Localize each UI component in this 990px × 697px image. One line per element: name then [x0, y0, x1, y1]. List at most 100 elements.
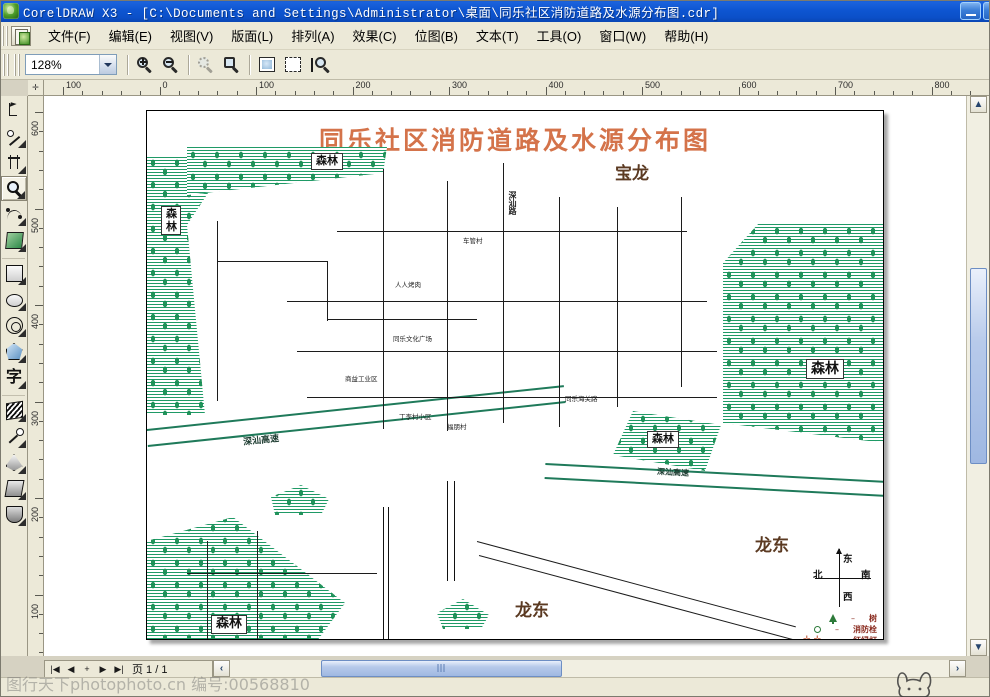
ruler-origin-button[interactable]: ✛ — [28, 80, 44, 96]
menu-item-text[interactable]: 文本(T) — [467, 23, 528, 49]
ruler-major-tick — [35, 498, 43, 499]
flyout-arrow-icon[interactable] — [18, 218, 26, 226]
toolbar-grip-handle-2[interactable] — [14, 53, 21, 76]
road-segment — [257, 531, 259, 639]
fill-tool[interactable] — [1, 476, 27, 501]
menu-item-edit[interactable]: 编辑(E) — [100, 23, 161, 49]
flyout-arrow-icon[interactable] — [18, 381, 26, 389]
vertical-ruler[interactable]: 600 500 400 300 200 100 — [28, 96, 44, 656]
zoom-to-page-button[interactable] — [255, 53, 279, 76]
road-segment — [327, 319, 477, 321]
blend-tool[interactable] — [1, 398, 27, 423]
menu-item-window[interactable]: 窗口(W) — [590, 23, 655, 49]
chevron-up-icon: ▲ — [973, 98, 984, 110]
zoom-to-page-height-button[interactable] — [307, 53, 331, 76]
scroll-up-button[interactable]: ▲ — [970, 96, 987, 113]
flyout-arrow-icon[interactable] — [18, 414, 26, 422]
outline-tool[interactable] — [1, 450, 27, 475]
add-page-button[interactable]: + — [80, 663, 94, 676]
area-label-longdong-south: 龙东 — [515, 601, 549, 621]
last-page-button[interactable]: ▶| — [112, 663, 126, 676]
road-segment — [207, 541, 209, 639]
toolbox-separator — [2, 255, 25, 259]
highway-shenshan-east — [544, 463, 883, 498]
area-label-baolong: 宝龙 — [615, 164, 649, 184]
horizontal-ruler[interactable]: 100 0 100 200 300 400 500 600 700 800 — [44, 80, 990, 96]
flyout-arrow-icon[interactable] — [17, 191, 25, 199]
menu-grip-handle[interactable] — [2, 25, 10, 46]
road-label-shenshan-expressway-west: 深汕高速 — [242, 434, 280, 448]
scroll-left-button[interactable]: ‹ — [213, 660, 230, 677]
vertical-scrollbar-thumb[interactable] — [970, 268, 987, 464]
zoom-to-selection-button[interactable] — [194, 53, 218, 76]
menu-item-view[interactable]: 视图(V) — [161, 23, 222, 49]
flyout-arrow-icon[interactable] — [18, 518, 26, 526]
chevron-down-icon[interactable] — [99, 55, 116, 74]
scroll-right-button[interactable]: › — [949, 660, 966, 677]
flyout-arrow-icon[interactable] — [18, 440, 26, 448]
zoom-in-button[interactable] — [133, 53, 157, 76]
legend-dash: – — [851, 614, 855, 623]
freehand-tool[interactable] — [1, 202, 27, 227]
legend-label-tree: 树 — [869, 614, 877, 623]
app-icon — [3, 3, 19, 19]
flyout-arrow-icon[interactable] — [18, 244, 26, 252]
road-segment — [287, 301, 707, 303]
zoom-out-button[interactable] — [159, 53, 183, 76]
smart-fill-tool[interactable] — [1, 228, 27, 253]
menu-item-file[interactable]: 文件(F) — [39, 23, 100, 49]
pick-tool[interactable] — [1, 98, 27, 123]
horizontal-scrollbar[interactable]: ‹ › — [213, 660, 966, 677]
document-page[interactable]: 同乐社区消防道路及水源分布图 森林 森林 森林 森林 森林 宝龙 龙东 龙东 深… — [146, 110, 884, 640]
polygon-tool[interactable] — [1, 313, 27, 338]
basic-shapes-tool[interactable] — [1, 339, 27, 364]
text-tool[interactable]: 字 — [1, 365, 27, 390]
flyout-arrow-icon[interactable] — [18, 466, 26, 474]
flyout-arrow-icon[interactable] — [18, 303, 26, 311]
flyout-arrow-icon[interactable] — [18, 140, 26, 148]
road-segment — [447, 481, 455, 581]
zoom-to-page-width-button[interactable] — [281, 53, 305, 76]
tree-pattern — [187, 147, 387, 195]
page-indicator[interactable]: 页 1 / 1 — [132, 661, 167, 677]
toolbox: 字 — [0, 96, 28, 656]
menu-item-layout[interactable]: 版面(L) — [222, 23, 282, 49]
prev-page-button[interactable]: ◀ — [64, 663, 78, 676]
menu-item-help[interactable]: 帮助(H) — [655, 23, 717, 49]
page-navigator: |◀ ◀ + ▶ ▶| 页 1 / 1 — [44, 660, 213, 677]
ruler-tick-label: 800 — [934, 80, 950, 90]
flyout-arrow-icon[interactable] — [18, 329, 26, 337]
menu-item-effects[interactable]: 效果(C) — [344, 23, 406, 49]
drawing-canvas[interactable]: 同乐社区消防道路及水源分布图 森林 森林 森林 森林 森林 宝龙 龙东 龙东 深… — [44, 96, 966, 656]
shape-tool[interactable] — [1, 124, 27, 149]
flyout-arrow-icon[interactable] — [18, 166, 26, 174]
crop-tool[interactable] — [1, 150, 27, 175]
next-page-button[interactable]: ▶ — [96, 663, 110, 676]
ruler-tick-label: 100 — [259, 80, 275, 90]
menu-item-arrange[interactable]: 排列(A) — [282, 23, 343, 49]
first-page-button[interactable]: |◀ — [48, 663, 62, 676]
horizontal-scrollbar-thumb[interactable] — [321, 660, 562, 677]
eyedropper-tool[interactable] — [1, 424, 27, 449]
coreldraw-window: CorelDRAW X3 - [C:\Documents and Setting… — [0, 0, 990, 697]
toolbar-grip-handle[interactable] — [3, 53, 10, 76]
road-label-cheguan-village: 车管村 — [463, 237, 483, 245]
flyout-arrow-icon[interactable] — [18, 277, 26, 285]
zoom-level-combobox[interactable]: 128% — [25, 54, 117, 75]
menu-item-bitmaps[interactable]: 位图(B) — [406, 23, 467, 49]
scroll-down-button[interactable]: ▼ — [970, 639, 987, 656]
rectangle-tool[interactable] — [1, 261, 27, 286]
compass-north-label: 北 — [813, 570, 823, 581]
forest-region-patch — [271, 485, 329, 515]
zoom-to-all-objects-button[interactable] — [220, 53, 244, 76]
interactive-fill-tool[interactable] — [1, 502, 27, 527]
zoom-tool[interactable] — [1, 176, 27, 201]
restore-button[interactable] — [983, 2, 990, 20]
menu-item-tools[interactable]: 工具(O) — [528, 23, 591, 49]
toolbar-separator-2 — [188, 54, 189, 75]
flyout-arrow-icon[interactable] — [18, 492, 26, 500]
ellipse-tool[interactable] — [1, 287, 27, 312]
flyout-arrow-icon[interactable] — [18, 355, 26, 363]
vertical-scrollbar[interactable]: ▲ ▼ — [966, 96, 990, 656]
minimize-button[interactable] — [960, 2, 981, 20]
